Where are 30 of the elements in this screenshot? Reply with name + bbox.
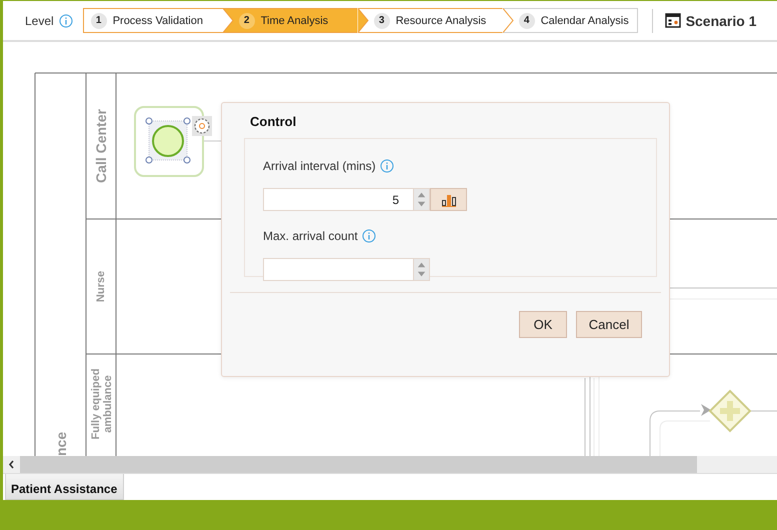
scenario-title: Scenario 1: [686, 12, 757, 28]
lane-label: Call Center: [93, 109, 109, 183]
info-icon[interactable]: [58, 14, 73, 28]
step-tab[interactable]: 3 Resource Analysis: [358, 8, 503, 33]
spinner-icon[interactable]: [414, 258, 430, 281]
gear-icon[interactable]: [192, 116, 212, 136]
info-icon[interactable]: [362, 229, 376, 243]
dialog-title: Control: [250, 114, 298, 130]
dialog-button[interactable]: Cancel: [576, 311, 642, 338]
pool-label: nce: [53, 432, 69, 456]
sheet-tab[interactable]: Patient Assistance: [5, 474, 124, 500]
field-label: Arrival interval (mins): [263, 159, 376, 173]
parallel-gateway[interactable]: [708, 390, 752, 432]
scenario-icon: [664, 13, 681, 28]
field-label: Max. arrival count: [263, 229, 358, 243]
start-event[interactable]: [134, 106, 204, 177]
bar-chart-icon: [440, 192, 456, 206]
info-icon[interactable]: [380, 159, 394, 173]
number-field[interactable]: [263, 258, 414, 281]
distribution-button[interactable]: [430, 188, 467, 211]
scrollbar-thumb[interactable]: [20, 456, 697, 473]
level-label: Level: [25, 14, 54, 28]
spinner-icon[interactable]: [414, 188, 430, 211]
lane-label: Fully equiped ambulance: [90, 368, 114, 440]
lane-label: Nurse: [95, 270, 107, 302]
number-field[interactable]: 5: [263, 188, 414, 211]
step-tab[interactable]: 4 Calendar Analysis: [502, 8, 638, 33]
step-tab[interactable]: 1 Process Validation: [82, 8, 223, 33]
dialog-button[interactable]: OK: [519, 311, 567, 338]
arrow-head-icon: [701, 404, 711, 416]
